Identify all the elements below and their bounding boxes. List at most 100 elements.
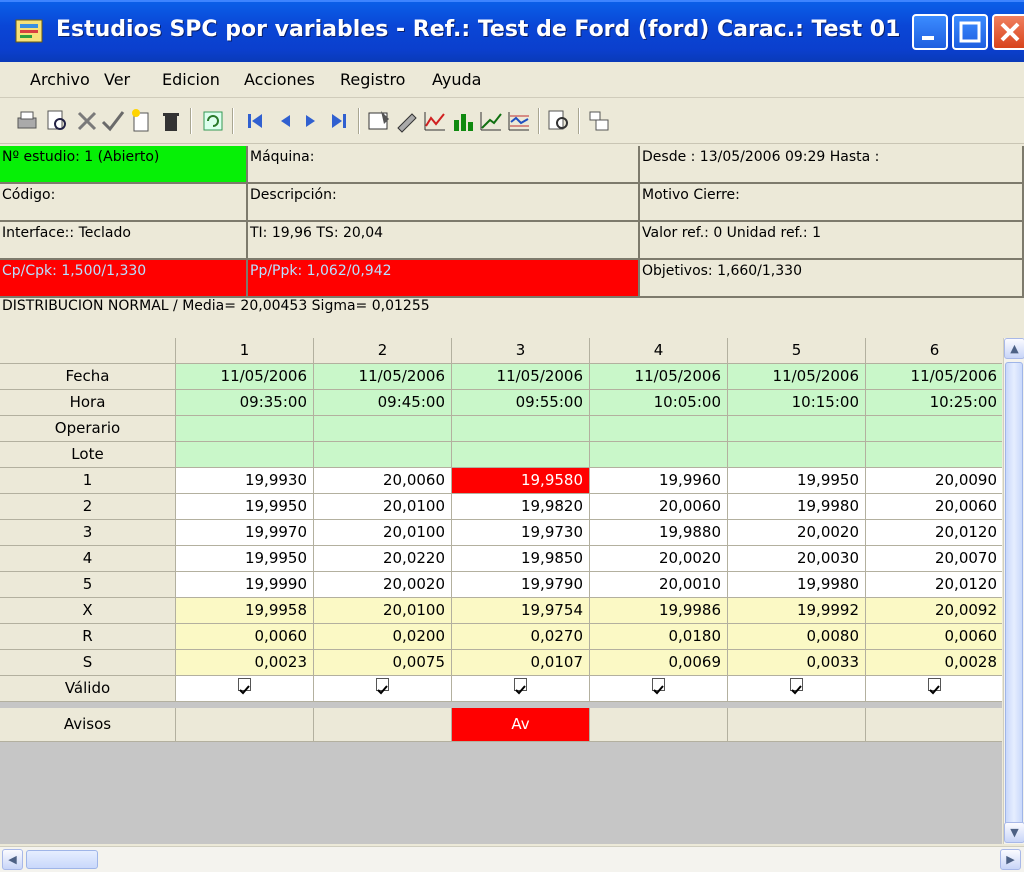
print-preview-icon[interactable]	[44, 108, 70, 134]
trend-chart-icon[interactable]	[478, 108, 504, 134]
column-header-3[interactable]: 3	[452, 338, 590, 364]
data-cell[interactable]: 0,0023	[176, 650, 314, 676]
checkbox-checked-icon[interactable]	[376, 678, 389, 695]
data-cell[interactable]: 19,9960	[590, 468, 728, 494]
bar-chart-icon[interactable]	[450, 108, 476, 134]
data-cell[interactable]: 20,0070	[866, 546, 1002, 572]
data-cell[interactable]: 20,0100	[314, 598, 452, 624]
line-chart-icon[interactable]	[422, 108, 448, 134]
data-cell[interactable]: 19,9980	[728, 494, 866, 520]
valid-checkbox[interactable]	[452, 676, 590, 702]
data-cell[interactable]	[728, 416, 866, 442]
valid-checkbox[interactable]	[176, 676, 314, 702]
last-record-icon[interactable]	[326, 108, 352, 134]
column-header-4[interactable]: 4	[590, 338, 728, 364]
data-cell[interactable]: 19,9790	[452, 572, 590, 598]
valid-checkbox[interactable]	[728, 676, 866, 702]
horizontal-scroll-thumb[interactable]	[26, 850, 98, 869]
data-cell[interactable]: 10:15:00	[728, 390, 866, 416]
data-cell[interactable]: 19,9980	[728, 572, 866, 598]
data-cell[interactable]: 0,0107	[452, 650, 590, 676]
data-cell[interactable]: 20,0020	[314, 572, 452, 598]
title-bar[interactable]: Estudios SPC por variables - Ref.: Test …	[0, 0, 1024, 62]
data-cell[interactable]: 20,0090	[866, 468, 1002, 494]
data-cell[interactable]: 19,9754	[452, 598, 590, 624]
data-cell[interactable]: 0,0180	[590, 624, 728, 650]
checkbox-checked-icon[interactable]	[238, 678, 251, 695]
column-header-5[interactable]: 5	[728, 338, 866, 364]
data-cell[interactable]	[452, 442, 590, 468]
menu-edicion[interactable]: Edicion	[162, 70, 220, 89]
data-cell[interactable]: 0,0075	[314, 650, 452, 676]
data-cell[interactable]	[866, 442, 1002, 468]
window-layout-icon[interactable]	[586, 108, 612, 134]
data-cell[interactable]: 0,0069	[590, 650, 728, 676]
data-cell[interactable]: 19,9950	[176, 494, 314, 520]
data-cell[interactable]: 19,9850	[452, 546, 590, 572]
data-cell[interactable]	[314, 416, 452, 442]
data-cell[interactable]: 20,0060	[314, 468, 452, 494]
data-cell[interactable]	[590, 442, 728, 468]
data-cell[interactable]	[866, 416, 1002, 442]
menu-archivo[interactable]: Archivo	[30, 70, 90, 89]
data-cell[interactable]: 0,0200	[314, 624, 452, 650]
data-cell[interactable]: 11/05/2006	[452, 364, 590, 390]
data-cell[interactable]: 11/05/2006	[728, 364, 866, 390]
column-header-2[interactable]: 2	[314, 338, 452, 364]
close-button[interactable]	[992, 14, 1024, 50]
data-cell[interactable]: 10:05:00	[590, 390, 728, 416]
data-cell[interactable]: 11/05/2006	[590, 364, 728, 390]
data-cell[interactable]: 20,0100	[314, 494, 452, 520]
previous-record-icon[interactable]	[272, 108, 298, 134]
print-icon[interactable]	[14, 108, 40, 134]
warning-cell[interactable]	[590, 708, 728, 742]
edit-pen-icon[interactable]	[394, 108, 420, 134]
data-cell[interactable]: 0,0028	[866, 650, 1002, 676]
data-cell[interactable]: 20,0100	[314, 520, 452, 546]
data-cell[interactable]: 19,9958	[176, 598, 314, 624]
data-cell[interactable]: 19,9580	[452, 468, 590, 494]
data-cell[interactable]: 09:45:00	[314, 390, 452, 416]
valid-checkbox[interactable]	[866, 676, 1002, 702]
warning-cell[interactable]	[866, 708, 1002, 742]
menu-ayuda[interactable]: Ayuda	[432, 70, 481, 89]
data-cell[interactable]: 11/05/2006	[314, 364, 452, 390]
horizontal-scrollbar[interactable]: ◀ ▶	[0, 846, 1024, 872]
data-cell[interactable]	[452, 416, 590, 442]
data-cell[interactable]: 19,9880	[590, 520, 728, 546]
scroll-up-button[interactable]: ▲	[1004, 338, 1024, 359]
refresh-icon[interactable]	[200, 108, 226, 134]
maximize-button[interactable]	[952, 14, 988, 50]
data-cell[interactable]	[728, 442, 866, 468]
valid-checkbox[interactable]	[314, 676, 452, 702]
data-cell[interactable]: 09:55:00	[452, 390, 590, 416]
data-cell[interactable]: 11/05/2006	[866, 364, 1002, 390]
menu-registro[interactable]: Registro	[340, 70, 405, 89]
column-header-6[interactable]: 6	[866, 338, 1002, 364]
data-cell[interactable]: 19,9930	[176, 468, 314, 494]
checkbox-checked-icon[interactable]	[652, 678, 665, 695]
data-cell[interactable]: 20,0060	[590, 494, 728, 520]
data-cell[interactable]: 19,9820	[452, 494, 590, 520]
menu-ver[interactable]: Ver	[104, 70, 130, 89]
menu-acciones[interactable]: Acciones	[244, 70, 315, 89]
data-cell[interactable]: 19,9992	[728, 598, 866, 624]
checkbox-checked-icon[interactable]	[928, 678, 941, 695]
warning-cell[interactable]: Av	[452, 708, 590, 742]
data-cell[interactable]: 0,0080	[728, 624, 866, 650]
new-document-icon[interactable]	[128, 108, 154, 134]
data-cell[interactable]: 20,0092	[866, 598, 1002, 624]
data-cell[interactable]: 20,0020	[728, 520, 866, 546]
data-cell[interactable]: 20,0030	[728, 546, 866, 572]
data-cell[interactable]: 0,0270	[452, 624, 590, 650]
data-cell[interactable]: 09:35:00	[176, 390, 314, 416]
search-document-icon[interactable]	[546, 108, 572, 134]
data-cell[interactable]: 20,0220	[314, 546, 452, 572]
data-cell[interactable]: 19,9950	[176, 546, 314, 572]
data-cell[interactable]: 10:25:00	[866, 390, 1002, 416]
data-cell[interactable]: 0,0060	[866, 624, 1002, 650]
data-cell[interactable]: 0,0033	[728, 650, 866, 676]
data-cell[interactable]: 19,9950	[728, 468, 866, 494]
scroll-left-button[interactable]: ◀	[2, 849, 23, 870]
delete-x-icon[interactable]	[74, 108, 100, 134]
